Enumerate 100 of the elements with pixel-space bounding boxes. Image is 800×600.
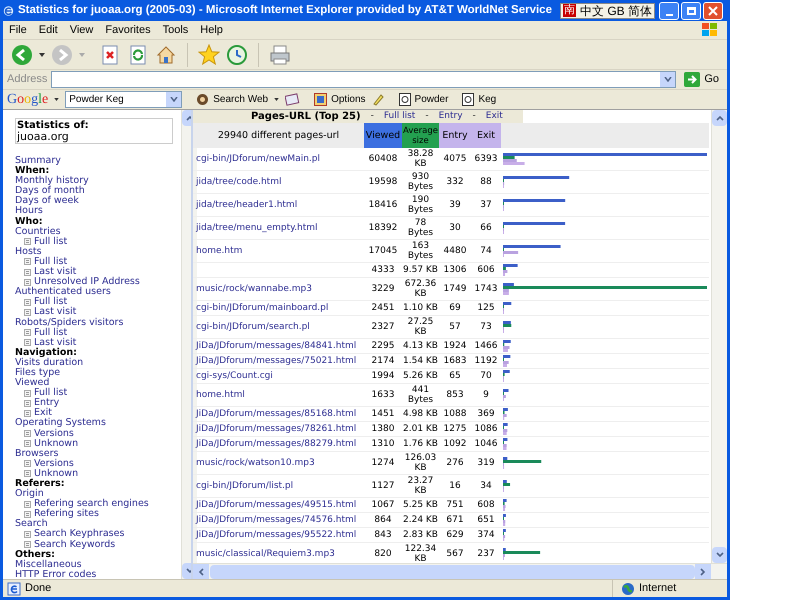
caret-icon[interactable]: [274, 98, 280, 101]
page-scrollbar[interactable]: [711, 110, 727, 563]
news-icon[interactable]: [285, 93, 300, 106]
nav-link[interactable]: Days of week: [15, 196, 79, 206]
page-url-link[interactable]: music/rock/wannabe.mp3: [196, 284, 312, 294]
nav-sublink[interactable]: Refering sites: [34, 509, 99, 520]
maximize-button[interactable]: [681, 2, 701, 20]
nav-sublink[interactable]: Unresolved IP Address: [34, 277, 140, 288]
menu-item[interactable]: Help: [194, 22, 229, 38]
scroll-down-icon[interactable]: [716, 552, 724, 558]
page-url-link[interactable]: cgi-bin/JDforum/newMain.pl: [196, 154, 320, 164]
nav-link[interactable]: Hosts: [15, 246, 42, 257]
nav-link[interactable]: Summary: [15, 156, 61, 166]
nav-sublink[interactable]: Versions: [34, 428, 74, 439]
page-url-link[interactable]: JiDa/JDforum/messages/84841.html: [196, 341, 356, 351]
go-button[interactable]: Go: [680, 71, 723, 88]
page-url-link[interactable]: music/classical/Requiem3.mp3: [196, 549, 335, 559]
highlight-term-button[interactable]: Powder: [398, 92, 448, 107]
nav-link[interactable]: Browsers: [15, 448, 58, 459]
nav-sublink[interactable]: Versions: [34, 458, 74, 469]
page-url-link[interactable]: jida/tree/code.html: [196, 177, 282, 187]
scroll-right-icon[interactable]: [700, 568, 706, 576]
nav-sublink[interactable]: Full list: [34, 328, 68, 338]
google-logo[interactable]: Google: [7, 92, 48, 108]
nav-sublink[interactable]: Full list: [34, 256, 68, 268]
table-cell: 66: [471, 216, 501, 240]
nav-link[interactable]: Search: [15, 519, 48, 530]
page-url-link[interactable]: cgi-bin/JDforum/search.pl: [196, 322, 310, 332]
page-url-link[interactable]: jida/tree/header1.html: [196, 200, 298, 210]
page-url-link[interactable]: JiDa/JDforum/messages/75021.html: [196, 356, 356, 366]
nav-sublink[interactable]: Unknown: [34, 438, 78, 449]
page-url-link[interactable]: home.html: [196, 390, 245, 400]
back-icon[interactable]: [11, 44, 33, 66]
search-field[interactable]: Powder Keg: [65, 91, 182, 108]
nav-sublink[interactable]: Entry: [34, 398, 60, 408]
nav-link[interactable]: Robots/Spiders visitors: [15, 318, 124, 328]
page-url-link[interactable]: JiDa/JDforum/messages/74576.html: [196, 515, 356, 525]
page-url-link[interactable]: cgi-bin/JDforum/list.pl: [196, 481, 294, 491]
scroll-left-icon[interactable]: [198, 568, 204, 576]
nav-link[interactable]: Miscellaneous: [15, 560, 82, 570]
nav-sublink[interactable]: Last visit: [34, 267, 76, 278]
menu-item[interactable]: Edit: [32, 22, 64, 38]
scroll-up-icon[interactable]: [716, 115, 724, 121]
nav-sublink[interactable]: Full list: [34, 297, 68, 308]
page-url-link[interactable]: music/rock/watson10.mp3: [196, 458, 315, 468]
horizontal-scrollbar[interactable]: [193, 563, 727, 579]
menu-item[interactable]: Tools: [156, 22, 194, 38]
nav-link[interactable]: Days of month: [15, 186, 85, 196]
menu-item[interactable]: View: [64, 22, 100, 38]
nav-sublink[interactable]: Search Keywords: [34, 540, 116, 550]
page-url-link[interactable]: home.htm: [196, 246, 242, 256]
page-url-link[interactable]: cgi-sys/Count.cgi: [196, 371, 273, 381]
report-link[interactable]: Exit: [486, 110, 503, 124]
page-url-link[interactable]: jida/tree/menu_empty.html: [196, 223, 318, 233]
page-url-link[interactable]: JiDa/JDforum/messages/85168.html: [196, 409, 356, 419]
close-button[interactable]: [703, 2, 723, 20]
minimize-button[interactable]: [659, 2, 679, 20]
highlight-term-button[interactable]: Keg: [462, 92, 496, 107]
nav-sublink[interactable]: Exit: [34, 408, 52, 418]
nav-link[interactable]: Visits duration: [15, 358, 84, 368]
nav-link[interactable]: Files type: [15, 368, 60, 378]
page-url-link[interactable]: JiDa/JDforum/messages/49515.html: [196, 500, 356, 510]
page-url-link[interactable]: JiDa/JDforum/messages/88279.html: [196, 439, 356, 449]
options-button[interactable]: Options: [314, 92, 366, 107]
dropdown-caret-icon[interactable]: [664, 77, 672, 82]
address-field[interactable]: [51, 71, 676, 88]
ime-indicator[interactable]: 南 中文 GB 简体: [560, 2, 655, 18]
caret-icon[interactable]: [39, 52, 45, 56]
report-link[interactable]: Full list: [384, 110, 416, 124]
menu-item[interactable]: Favorites: [99, 22, 157, 38]
nav-sublink[interactable]: Search Keyphrases: [34, 529, 124, 540]
page-url-link[interactable]: JiDa/JDforum/messages/78261.html: [196, 424, 356, 434]
nav-sublink[interactable]: Full list: [34, 388, 68, 398]
page-url-link[interactable]: cgi-bin/JDforum/mainboard.pl: [196, 303, 328, 313]
nav-link[interactable]: Monthly history: [15, 176, 89, 186]
nav-link[interactable]: Countries: [15, 226, 61, 237]
nav-link[interactable]: HTTP Error codes: [15, 570, 96, 579]
nav-sublink[interactable]: Last visit: [34, 338, 76, 348]
printer-icon[interactable]: [269, 44, 291, 66]
home-icon[interactable]: [155, 44, 177, 66]
nav-sublink[interactable]: Last visit: [34, 307, 76, 318]
nav-link[interactable]: Authenticated users: [15, 287, 111, 298]
nav-link[interactable]: Viewed: [15, 378, 50, 388]
table-cell: 60408: [364, 148, 402, 170]
nav-link[interactable]: Origin: [15, 489, 44, 500]
caret-icon[interactable]: [54, 98, 60, 101]
dropdown-caret-icon[interactable]: [170, 97, 178, 102]
nav-sublink[interactable]: Refering search engines: [34, 499, 149, 510]
report-link[interactable]: Entry: [438, 110, 463, 124]
nav-link[interactable]: Operating Systems: [15, 418, 106, 429]
nav-link[interactable]: Hours: [15, 206, 43, 217]
nav-sublink[interactable]: Full list: [34, 236, 68, 247]
menu-item[interactable]: File: [3, 22, 33, 38]
page-url-link[interactable]: JiDa/JDforum/messages/95522.html: [196, 530, 356, 540]
highlighter-icon[interactable]: [372, 93, 385, 106]
nav-sublink[interactable]: Unknown: [34, 468, 78, 479]
star-icon[interactable]: [198, 44, 220, 66]
history-icon[interactable]: [226, 44, 248, 66]
search-web-button[interactable]: Search Web: [196, 92, 268, 107]
table-cell: 9.57 KB: [402, 262, 439, 278]
